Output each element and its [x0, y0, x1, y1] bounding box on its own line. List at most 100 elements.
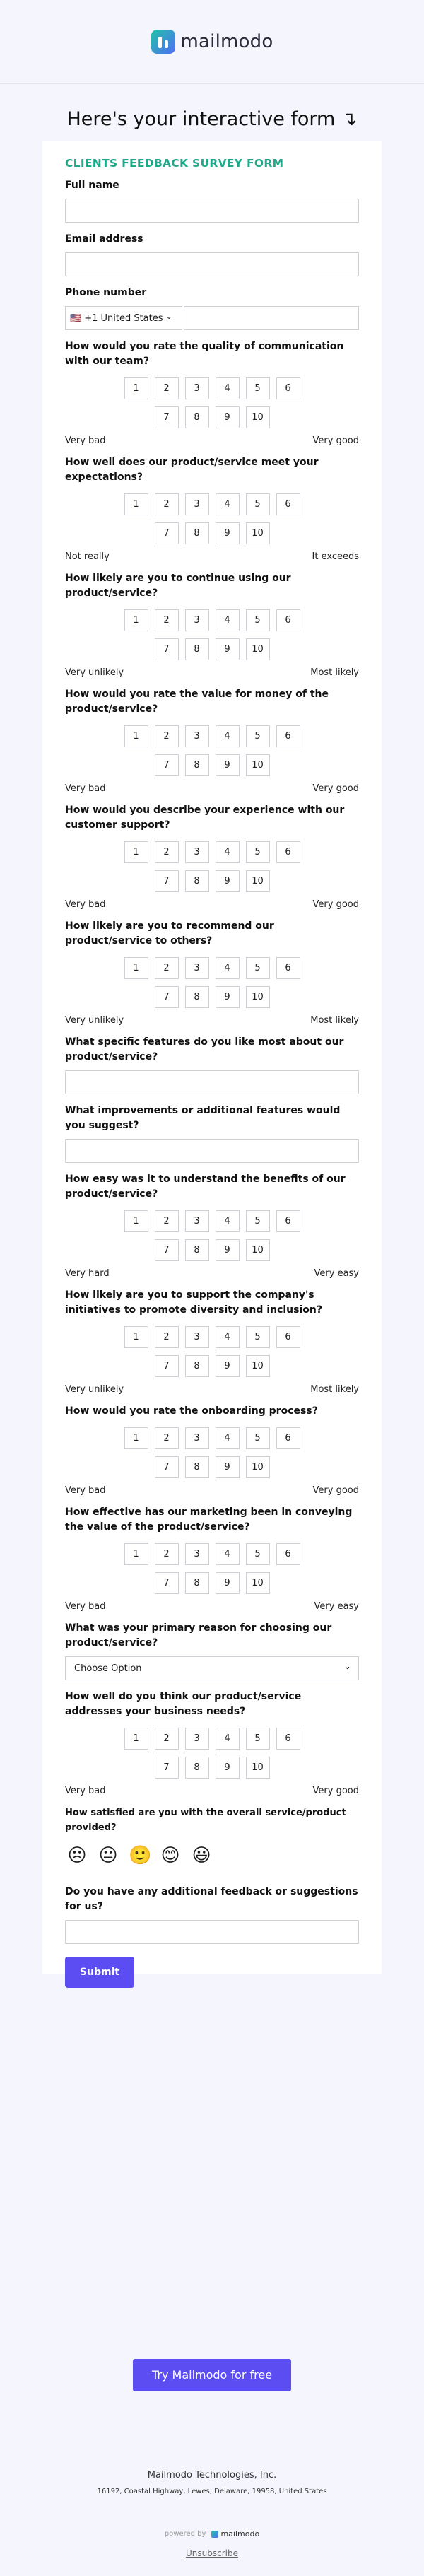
face-happy-icon[interactable]: 😊 — [160, 1845, 181, 1866]
rating-option-1[interactable]: 1 — [124, 377, 148, 399]
rating-option-8[interactable]: 8 — [184, 522, 209, 544]
rating-option-8[interactable]: 8 — [184, 638, 209, 660]
rating-option-7[interactable]: 7 — [154, 986, 179, 1008]
rating-option-9[interactable]: 9 — [215, 870, 240, 892]
rating-option-2[interactable]: 2 — [154, 957, 179, 979]
rating-option-8[interactable]: 8 — [184, 1239, 209, 1261]
rating-option-9[interactable]: 9 — [215, 522, 240, 544]
rating-option-4[interactable]: 4 — [215, 1728, 240, 1750]
rating-option-7[interactable]: 7 — [154, 1456, 179, 1478]
rating-option-2[interactable]: 2 — [154, 609, 179, 631]
rating-option-9[interactable]: 9 — [215, 986, 240, 1008]
email-input[interactable] — [65, 252, 359, 276]
rating-option-8[interactable]: 8 — [184, 986, 209, 1008]
rating-option-5[interactable]: 5 — [245, 609, 270, 631]
rating-option-7[interactable]: 7 — [154, 1572, 179, 1594]
rating-option-4[interactable]: 4 — [215, 725, 240, 747]
improvements-input[interactable] — [65, 1139, 359, 1163]
rating-option-8[interactable]: 8 — [184, 1456, 209, 1478]
face-very-sad-icon[interactable]: ☹ — [66, 1845, 88, 1866]
rating-option-6[interactable]: 6 — [276, 1728, 300, 1750]
rating-option-2[interactable]: 2 — [154, 1326, 179, 1348]
face-neutral-icon[interactable]: 😐 — [98, 1845, 119, 1866]
rating-option-8[interactable]: 8 — [184, 406, 209, 428]
rating-option-2[interactable]: 2 — [154, 841, 179, 863]
rating-option-3[interactable]: 3 — [184, 1427, 209, 1449]
rating-option-8[interactable]: 8 — [184, 754, 209, 776]
rating-option-1[interactable]: 1 — [124, 609, 148, 631]
submit-button[interactable]: Submit — [65, 1957, 134, 1988]
rating-option-6[interactable]: 6 — [276, 609, 300, 631]
rating-option-3[interactable]: 3 — [184, 725, 209, 747]
rating-option-10[interactable]: 10 — [245, 1572, 270, 1594]
rating-option-7[interactable]: 7 — [154, 1239, 179, 1261]
rating-option-9[interactable]: 9 — [215, 1456, 240, 1478]
rating-option-6[interactable]: 6 — [276, 725, 300, 747]
rating-option-10[interactable]: 10 — [245, 406, 270, 428]
rating-option-3[interactable]: 3 — [184, 1326, 209, 1348]
rating-option-9[interactable]: 9 — [215, 1239, 240, 1261]
rating-option-6[interactable]: 6 — [276, 1210, 300, 1232]
rating-option-10[interactable]: 10 — [245, 986, 270, 1008]
rating-option-2[interactable]: 2 — [154, 1427, 179, 1449]
rating-option-2[interactable]: 2 — [154, 1543, 179, 1565]
rating-option-3[interactable]: 3 — [184, 609, 209, 631]
rating-option-8[interactable]: 8 — [184, 1572, 209, 1594]
rating-option-4[interactable]: 4 — [215, 377, 240, 399]
rating-option-5[interactable]: 5 — [245, 957, 270, 979]
rating-option-2[interactable]: 2 — [154, 1728, 179, 1750]
rating-option-1[interactable]: 1 — [124, 1427, 148, 1449]
rating-option-5[interactable]: 5 — [245, 841, 270, 863]
rating-option-5[interactable]: 5 — [245, 1543, 270, 1565]
rating-option-3[interactable]: 3 — [184, 957, 209, 979]
rating-option-2[interactable]: 2 — [154, 1210, 179, 1232]
rating-option-10[interactable]: 10 — [245, 1355, 270, 1377]
rating-option-4[interactable]: 4 — [215, 609, 240, 631]
rating-option-4[interactable]: 4 — [215, 1427, 240, 1449]
rating-option-4[interactable]: 4 — [215, 957, 240, 979]
rating-option-5[interactable]: 5 — [245, 725, 270, 747]
rating-option-3[interactable]: 3 — [184, 841, 209, 863]
rating-option-4[interactable]: 4 — [215, 1326, 240, 1348]
rating-option-1[interactable]: 1 — [124, 841, 148, 863]
rating-option-9[interactable]: 9 — [215, 638, 240, 660]
rating-option-5[interactable]: 5 — [245, 493, 270, 515]
phone-number-input[interactable] — [184, 306, 359, 330]
rating-option-4[interactable]: 4 — [215, 1543, 240, 1565]
unsubscribe-link[interactable]: Unsubscribe — [0, 2548, 424, 2558]
rating-option-6[interactable]: 6 — [276, 841, 300, 863]
face-smile-icon[interactable]: 🙂 — [129, 1845, 151, 1866]
rating-option-7[interactable]: 7 — [154, 1757, 179, 1779]
powered-by-logo[interactable]: mailmodo — [211, 2529, 259, 2539]
rating-option-9[interactable]: 9 — [215, 1355, 240, 1377]
rating-option-4[interactable]: 4 — [215, 841, 240, 863]
country-code-select[interactable]: 🇺🇸 +1 United States ⌄ — [65, 306, 182, 330]
rating-option-6[interactable]: 6 — [276, 377, 300, 399]
rating-option-8[interactable]: 8 — [184, 1355, 209, 1377]
rating-option-8[interactable]: 8 — [184, 870, 209, 892]
rating-option-7[interactable]: 7 — [154, 870, 179, 892]
rating-option-6[interactable]: 6 — [276, 493, 300, 515]
rating-option-9[interactable]: 9 — [215, 406, 240, 428]
rating-option-1[interactable]: 1 — [124, 1543, 148, 1565]
rating-option-4[interactable]: 4 — [215, 1210, 240, 1232]
rating-option-7[interactable]: 7 — [154, 406, 179, 428]
rating-option-5[interactable]: 5 — [245, 1326, 270, 1348]
rating-option-5[interactable]: 5 — [245, 377, 270, 399]
rating-option-9[interactable]: 9 — [215, 1572, 240, 1594]
rating-option-3[interactable]: 3 — [184, 493, 209, 515]
rating-option-6[interactable]: 6 — [276, 1326, 300, 1348]
rating-option-10[interactable]: 10 — [245, 638, 270, 660]
rating-option-6[interactable]: 6 — [276, 1543, 300, 1565]
rating-option-10[interactable]: 10 — [245, 1239, 270, 1261]
rating-option-7[interactable]: 7 — [154, 1355, 179, 1377]
rating-option-6[interactable]: 6 — [276, 1427, 300, 1449]
try-mailmodo-button[interactable]: Try Mailmodo for free — [133, 2359, 291, 2391]
rating-option-3[interactable]: 3 — [184, 1210, 209, 1232]
rating-option-7[interactable]: 7 — [154, 522, 179, 544]
rating-option-1[interactable]: 1 — [124, 725, 148, 747]
rating-option-10[interactable]: 10 — [245, 522, 270, 544]
primary-reason-select[interactable]: Choose Option ⌄ — [65, 1656, 359, 1680]
rating-option-3[interactable]: 3 — [184, 1543, 209, 1565]
rating-option-1[interactable]: 1 — [124, 957, 148, 979]
